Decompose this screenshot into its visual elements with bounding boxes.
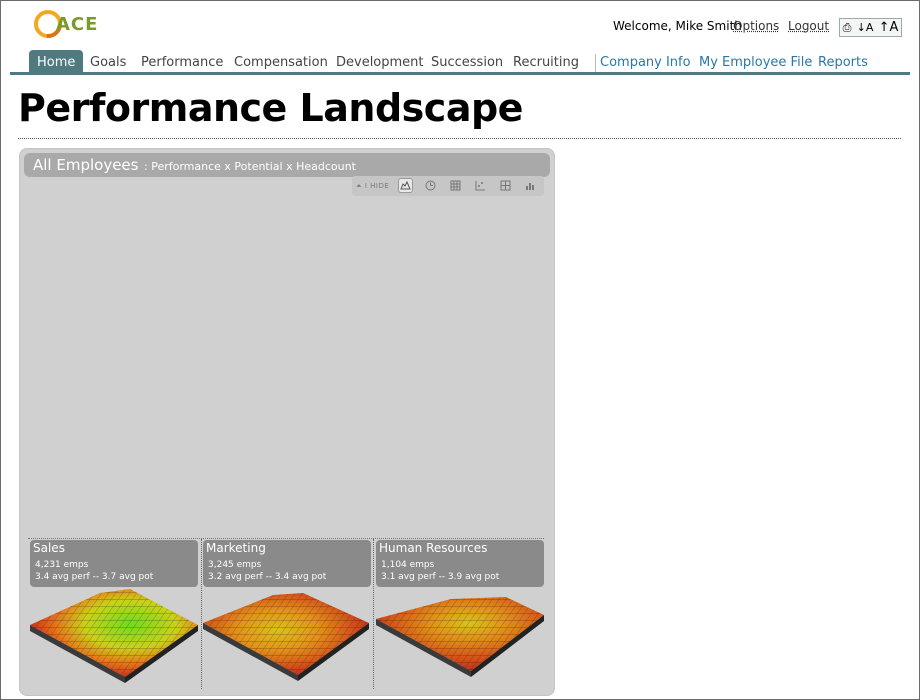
tab-performance[interactable]: Performance bbox=[141, 55, 223, 70]
dept-card-sales[interactable]: Sales 4,231 emps 3.4 avg perf -- 3.7 avg… bbox=[30, 540, 198, 690]
column-separator bbox=[201, 539, 202, 689]
text-smaller-button[interactable]: ↓A bbox=[857, 21, 874, 34]
tab-succession[interactable]: Succession bbox=[431, 55, 503, 70]
dept-card-header: Sales 4,231 emps 3.4 avg perf -- 3.7 avg… bbox=[30, 540, 198, 587]
page-tools: ⎙ ↓A ↑A bbox=[839, 18, 902, 37]
bar-chart-icon[interactable] bbox=[523, 178, 538, 193]
tab-reports[interactable]: Reports bbox=[818, 55, 868, 70]
title-divider bbox=[18, 138, 901, 139]
dept-name: Sales bbox=[33, 541, 65, 555]
grid-icon[interactable] bbox=[448, 178, 463, 193]
logout-link[interactable]: Logout bbox=[788, 19, 829, 33]
tab-home[interactable]: Home bbox=[29, 50, 84, 74]
dept-card-marketing[interactable]: Marketing 3,245 emps 3.2 avg perf -- 3.4… bbox=[203, 540, 371, 690]
main-nav: Home Goals Performance Compensation Deve… bbox=[10, 50, 910, 74]
dept-emps: 1,104 emps bbox=[381, 560, 435, 570]
landscape-surface-sales bbox=[30, 589, 198, 683]
printer-icon[interactable]: ⎙ bbox=[843, 21, 852, 35]
landscape-panel: All Employees : Performance x Potential … bbox=[19, 148, 555, 696]
mini-area-divider bbox=[28, 538, 544, 539]
logo-text: ACE bbox=[56, 14, 99, 35]
dept-stats: 3.2 avg perf -- 3.4 avg pot bbox=[208, 572, 327, 582]
options-link[interactable]: Options bbox=[733, 19, 779, 33]
landscape-surface-human-resources bbox=[376, 597, 544, 677]
welcome-text: Welcome, Mike Smith bbox=[613, 19, 742, 33]
tab-compensation[interactable]: Compensation bbox=[234, 55, 328, 70]
panel-title: All Employees bbox=[33, 156, 139, 174]
text-larger-button[interactable]: ↑A bbox=[879, 20, 899, 35]
landscape-surface-marketing bbox=[203, 593, 369, 681]
nav-underline bbox=[10, 72, 910, 75]
dept-name: Human Resources bbox=[379, 541, 488, 555]
dept-stats: 3.4 avg perf -- 3.7 avg pot bbox=[35, 572, 154, 582]
nav-separator bbox=[595, 54, 596, 72]
clock-icon[interactable] bbox=[423, 178, 438, 193]
tab-development[interactable]: Development bbox=[336, 55, 424, 70]
page-title: Performance Landscape bbox=[18, 86, 523, 130]
crosshair-icon[interactable] bbox=[498, 178, 513, 193]
dept-emps: 4,231 emps bbox=[35, 560, 89, 570]
tab-my-employee-file[interactable]: My Employee File bbox=[699, 55, 812, 70]
landscape-icon[interactable] bbox=[398, 178, 413, 193]
tab-company-info[interactable]: Company Info bbox=[600, 55, 691, 70]
dept-emps: 3,245 emps bbox=[208, 560, 262, 570]
dept-name: Marketing bbox=[206, 541, 266, 555]
column-separator bbox=[373, 539, 374, 689]
tab-goals[interactable]: Goals bbox=[90, 55, 126, 70]
dept-card-human-resources[interactable]: Human Resources 1,104 emps 3.1 avg perf … bbox=[376, 540, 544, 690]
dept-stats: 3.1 avg perf -- 3.9 avg pot bbox=[381, 572, 500, 582]
hide-toggle[interactable]: ⏶ I HIDE bbox=[356, 182, 389, 191]
scatter-icon[interactable] bbox=[473, 178, 488, 193]
tab-recruiting[interactable]: Recruiting bbox=[513, 55, 579, 70]
panel-header: All Employees : Performance x Potential … bbox=[24, 153, 550, 177]
view-toolbar: ⏶ I HIDE bbox=[352, 176, 544, 196]
panel-subtitle: : Performance x Potential x Headcount bbox=[144, 160, 356, 173]
dept-card-header: Human Resources 1,104 emps 3.1 avg perf … bbox=[376, 540, 544, 587]
dept-card-header: Marketing 3,245 emps 3.2 avg perf -- 3.4… bbox=[203, 540, 371, 587]
